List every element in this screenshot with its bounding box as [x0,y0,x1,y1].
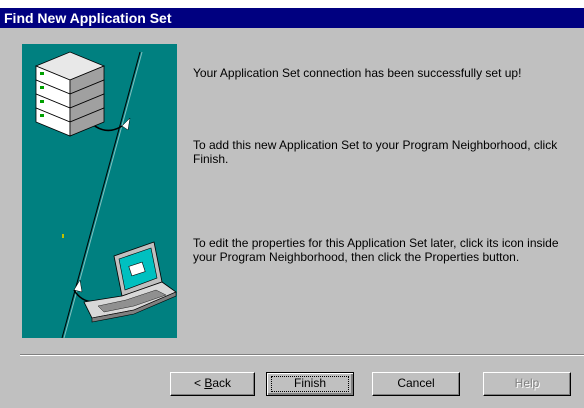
connection-illustration-icon [34,51,177,338]
finish-hint-message: To add this new Application Set to your … [193,138,558,166]
back-button-prefix: < [193,376,205,390]
wizard-illustration [22,44,177,338]
success-message: Your Application Set connection has been… [193,66,522,80]
cancel-button-label: Cancel [397,376,435,390]
finish-button[interactable]: Finish [266,372,354,396]
wizard-body: Your Application Set connection has been… [0,28,584,408]
server-stack-icon [34,51,106,137]
laptop-icon [83,241,177,323]
edit-hint-message: To edit the properties for this Applicat… [193,236,559,264]
cancel-button[interactable]: Cancel [372,372,460,396]
help-button[interactable]: Help [483,372,571,396]
button-separator [20,354,584,356]
wizard-window: Find New Application Set Your Applicatio… [0,0,584,408]
focus-rect [271,376,349,392]
help-button-label: Help [514,376,540,390]
back-button-label: ack [212,376,232,390]
top-strip [0,0,584,8]
title-bar: Find New Application Set [0,8,584,28]
back-button[interactable]: < Back [170,372,255,396]
